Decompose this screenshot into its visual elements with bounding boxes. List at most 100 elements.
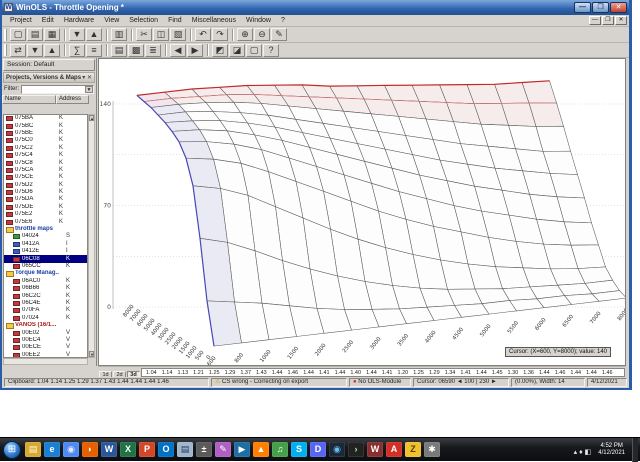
taskbar-icon-spotify[interactable]: ♫ [272,442,288,457]
title-bar[interactable]: W WinOLS - Throttle Opening * — ❒ ✕ [2,0,629,15]
tray-icon-2[interactable]: ◧ [585,449,592,456]
connect-button[interactable]: ⇄ [10,43,26,57]
map-row[interactable]: 065CC K [4,263,87,270]
toolbar-grip[interactable] [4,28,7,41]
map-row[interactable]: 075DE K [4,204,87,211]
map-row[interactable]: 06AC0 K [4,278,87,285]
surface-plot[interactable]: 070140600 800 1000 1500 2000 2500 3000 3500 4000… [99,59,626,366]
taskbar-icon-paint[interactable]: ✎ [215,442,231,457]
taskbar-icon-outlook[interactable]: O [158,442,174,457]
undo-button[interactable]: ↶ [195,28,211,41]
taskbar-icon-winols[interactable]: W [367,442,383,457]
map-3d-view[interactable]: 0 70 140 600 800 1000 1500 2000 2500 3000 3500 4000… [98,58,626,366]
map-row[interactable]: 07024 K [4,315,87,322]
map-row[interactable]: 04024 S [4,233,87,240]
map-row[interactable]: 075BA K [4,115,87,122]
menu-item-project[interactable]: Project [5,16,37,25]
map-row[interactable]: 075D2 K [4,182,87,189]
taskbar-icon-acrobat[interactable]: A [386,442,402,457]
menu-item-window[interactable]: Window [241,16,276,25]
folder-row[interactable]: throttle maps [4,226,87,233]
taskbar-icon-media-player[interactable]: ▶ [234,442,250,457]
map-row[interactable]: 0412A I [4,241,87,248]
taskbar-icon-excel[interactable]: X [120,442,136,457]
print-button[interactable]: ▥ [111,28,127,41]
close-button[interactable]: ✕ [610,2,627,13]
help-button[interactable]: ? [263,43,279,57]
prev-map-button[interactable]: ◀ [170,43,186,57]
column-address[interactable]: Address [56,95,89,104]
map-row[interactable]: 075C8 K [4,159,87,166]
menu-item-miscellaneous[interactable]: Miscellaneous [187,16,241,25]
view-text-button[interactable]: ≣ [145,43,161,57]
map-row[interactable]: 075C2 K [4,145,87,152]
open-button[interactable]: ▤ [27,28,43,41]
map-row[interactable]: 075D6 K [4,189,87,196]
mark-red-button[interactable]: ◩ [212,43,228,57]
menu-item-view[interactable]: View [99,16,124,25]
taskbar-icon-skype[interactable]: S [291,442,307,457]
map-row[interactable]: 06B66 K [4,285,87,292]
taskbar-icon-word[interactable]: W [101,442,117,457]
mark-green-button[interactable]: ◪ [229,43,245,57]
map-row[interactable]: 075E6 K [4,218,87,225]
compare-button[interactable]: ≡ [86,43,102,57]
window-new-button[interactable]: ▢ [246,43,262,57]
map-row[interactable]: 00EC4 V [4,337,87,344]
map-row[interactable]: 00E02 V [4,329,87,336]
map-row[interactable]: 075BE K [4,130,87,137]
map-row[interactable]: 075CA K [4,167,87,174]
menu-item-find[interactable]: Find [163,16,187,25]
taskbar-icon-firefox[interactable]: ◗ [82,442,98,457]
scroll-down-icon[interactable]: ▼ [89,351,94,357]
mdi-minimize-button[interactable]: — [589,16,601,25]
menu-item-edit[interactable]: Edit [37,16,59,25]
map-row[interactable]: 06C08 K [4,255,87,263]
taskbar-icon-powerpoint[interactable]: P [139,442,155,457]
taskbar-icon-discord[interactable]: D [310,442,326,457]
map-row[interactable]: 00ECE V [4,344,87,351]
cut-button[interactable]: ✂ [136,28,152,41]
map-row[interactable]: 075DA K [4,196,87,203]
map-row[interactable]: 075E2 K [4,211,87,218]
redo-button[interactable]: ↷ [212,28,228,41]
taskbar-icon-vlc[interactable]: ▲ [253,442,269,457]
zoom-in-button[interactable]: ⊕ [237,28,253,41]
taskbar-icon-terminal[interactable]: › [348,442,364,457]
view-3d-button[interactable]: ▩ [128,43,144,57]
folder-row[interactable]: VANOS (16/1... [4,322,87,329]
taskbar-icon-zip[interactable]: Z [405,442,421,457]
sidebar-horizontal-scrollbar[interactable] [3,358,88,365]
map-row[interactable]: 070FA K [4,307,87,314]
taskbar-icon-steam[interactable]: ◉ [329,442,345,457]
clock[interactable]: 4:52 PM 4/12/2021 [594,443,629,457]
map-row[interactable]: 075CE K [4,174,87,181]
map-row[interactable]: 075BC K [4,122,87,129]
export-button[interactable]: ▲ [86,28,102,41]
scroll-up-icon[interactable]: ▲ [89,115,94,121]
map-row[interactable]: 06C2C K [4,292,87,299]
start-button[interactable]: ⊞ [3,440,21,459]
show-desktop-button[interactable] [632,437,638,462]
map-row[interactable]: 075C4 K [4,152,87,159]
toolbar-grip[interactable] [4,44,7,56]
menu-item-hardware[interactable]: Hardware [59,16,99,25]
sidebar-vertical-scrollbar[interactable]: ▲ ▼ [88,114,95,358]
import-button[interactable]: ▼ [69,28,85,41]
panel-close-icon[interactable]: ✕ [87,75,92,81]
checksum-button[interactable]: ∑ [69,43,85,57]
save-button[interactable]: ▦ [44,28,60,41]
copy-button[interactable]: ◫ [153,28,169,41]
taskbar-icon-internet-explorer[interactable]: e [44,442,60,457]
row-values-strip[interactable]: 1.04 1.14 1.13 1.21 1.25 1.29 1.37 1.43 1.44 1.46… [141,367,625,377]
write-ecu-button[interactable]: ▲ [44,43,60,57]
properties-button[interactable]: ✎ [271,28,287,41]
taskbar-icon-chrome[interactable]: ◉ [63,442,79,457]
map-row[interactable]: 06C4E K [4,300,87,307]
taskbar-icon-settings[interactable]: ✱ [424,442,440,457]
column-name[interactable]: Name [2,95,56,104]
next-map-button[interactable]: ▶ [187,43,203,57]
filter-dropdown[interactable]: ▼ [21,84,94,94]
zoom-out-button[interactable]: ⊖ [254,28,270,41]
mdi-close-button[interactable]: ✕ [615,16,627,25]
